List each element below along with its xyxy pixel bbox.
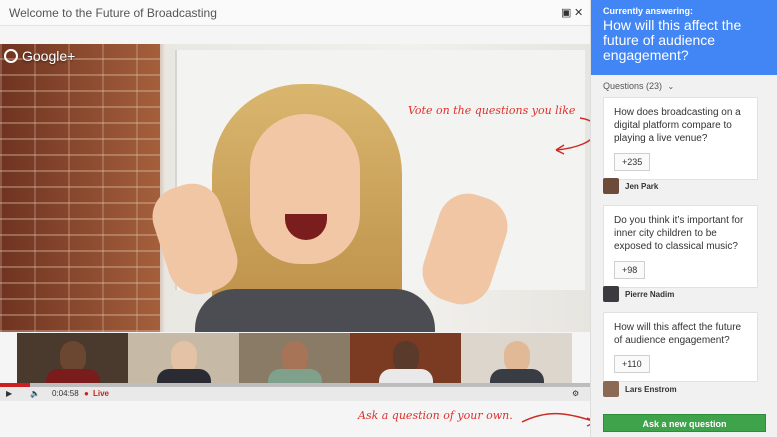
avatar [603,381,619,397]
question-text: Do you think it’s important for inner ci… [614,215,744,252]
live-label: Live [93,389,110,398]
avatar [603,178,619,194]
main-video [0,44,590,332]
title-bar: Welcome to the Future of Broadcasting ▣ … [0,0,590,26]
speaker-face [250,114,360,264]
participant-thumbnail[interactable] [461,333,572,383]
questions-panel: Currently answering: How will this affec… [590,0,777,437]
participant-shirt [267,369,322,383]
participant-strip [17,333,572,383]
settings-gear-icon[interactable]: ⚙ [572,389,579,398]
question-author: Pierre Nadim [603,286,674,302]
live-dot-icon: ● [84,389,89,398]
questions-count[interactable]: Questions (23) ⌄ [603,81,674,91]
question-card: Do you think it’s important for inner ci… [603,205,758,288]
popout-icon[interactable]: ▣ [561,6,571,19]
participant-shirt [156,369,211,383]
vote-button[interactable]: +110 [614,355,650,373]
question-author: Jen Park [603,178,658,194]
chevron-down-icon: ⌄ [667,82,675,91]
gplus-brand-text: Google+ [22,48,76,64]
question-card: How does broadcasting on a digital platf… [603,97,758,180]
play-icon[interactable]: ▶ [6,389,12,398]
ask-annotation: Ask a question of your own. [358,409,513,422]
window-title: Welcome to the Future of Broadcasting [9,6,217,20]
close-icon[interactable]: ✕ [574,6,583,19]
brick-wall [0,44,160,332]
player-controls: ▶ 🔈 0:04:58 ● Live ⚙ [0,387,590,401]
volume-icon[interactable]: 🔈 [30,389,40,398]
question-text: How will this affect the future of audie… [614,322,742,346]
vote-button[interactable]: +235 [614,153,651,171]
question-text: How does broadcasting on a digital platf… [614,107,741,144]
currently-answering-label: Currently answering: [603,6,694,16]
ask-arrow [521,412,597,427]
participant-shirt [489,369,544,383]
participant-thumbnail[interactable] [350,333,461,383]
question-author: Lars Enstrom [603,381,677,397]
author-name: Lars Enstrom [625,384,677,394]
gplus-logo-icon [4,49,18,63]
hangout-player: Welcome to the Future of Broadcasting ▣ … [0,0,598,437]
current-question: How will this affect the future of audie… [603,17,742,63]
speaker-body [195,289,435,332]
ask-question-button[interactable]: Ask a new question [603,414,766,432]
questions-count-label: Questions (23) [603,81,663,91]
participant-thumbnail[interactable] [17,333,128,383]
avatar [603,286,619,302]
participant-thumbnail[interactable] [128,333,239,383]
participant-shirt [378,369,433,383]
author-name: Jen Park [625,181,659,191]
gplus-logo: Google+ [4,48,75,64]
currently-answering: Currently answering: How will this affec… [591,0,777,75]
elapsed-time: 0:04:58 [52,389,79,398]
author-name: Pierre Nadim [625,289,675,299]
participant-shirt [45,369,100,383]
question-card: How will this affect the future of audie… [603,312,758,382]
vote-button[interactable]: +98 [614,261,646,279]
participant-thumbnail[interactable] [239,333,350,383]
